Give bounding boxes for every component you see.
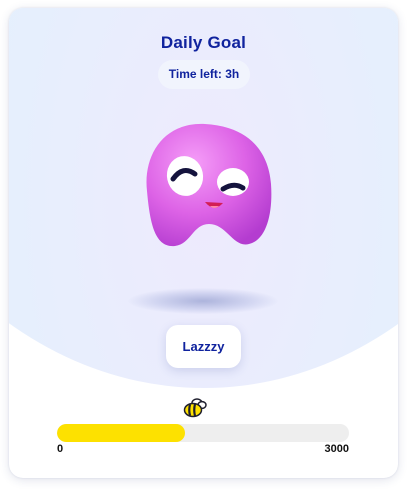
card-title: Daily Goal	[160, 33, 247, 52]
mood-button[interactable]: Lazzzy	[166, 325, 241, 368]
goal-progress-bar	[57, 424, 349, 442]
bee-icon	[183, 398, 207, 418]
daily-goal-card: Daily Goal Time left: 3h Lazzzy 0 3000	[9, 8, 398, 478]
progress-min-label: 0	[57, 443, 64, 455]
progress-max-label: 3000	[324, 443, 349, 455]
pink-blob-mascot-icon	[146, 123, 272, 247]
goal-progress-fill	[57, 424, 186, 442]
time-left-badge: Time left: 3h	[158, 60, 250, 89]
mascot-shadow	[128, 288, 278, 314]
